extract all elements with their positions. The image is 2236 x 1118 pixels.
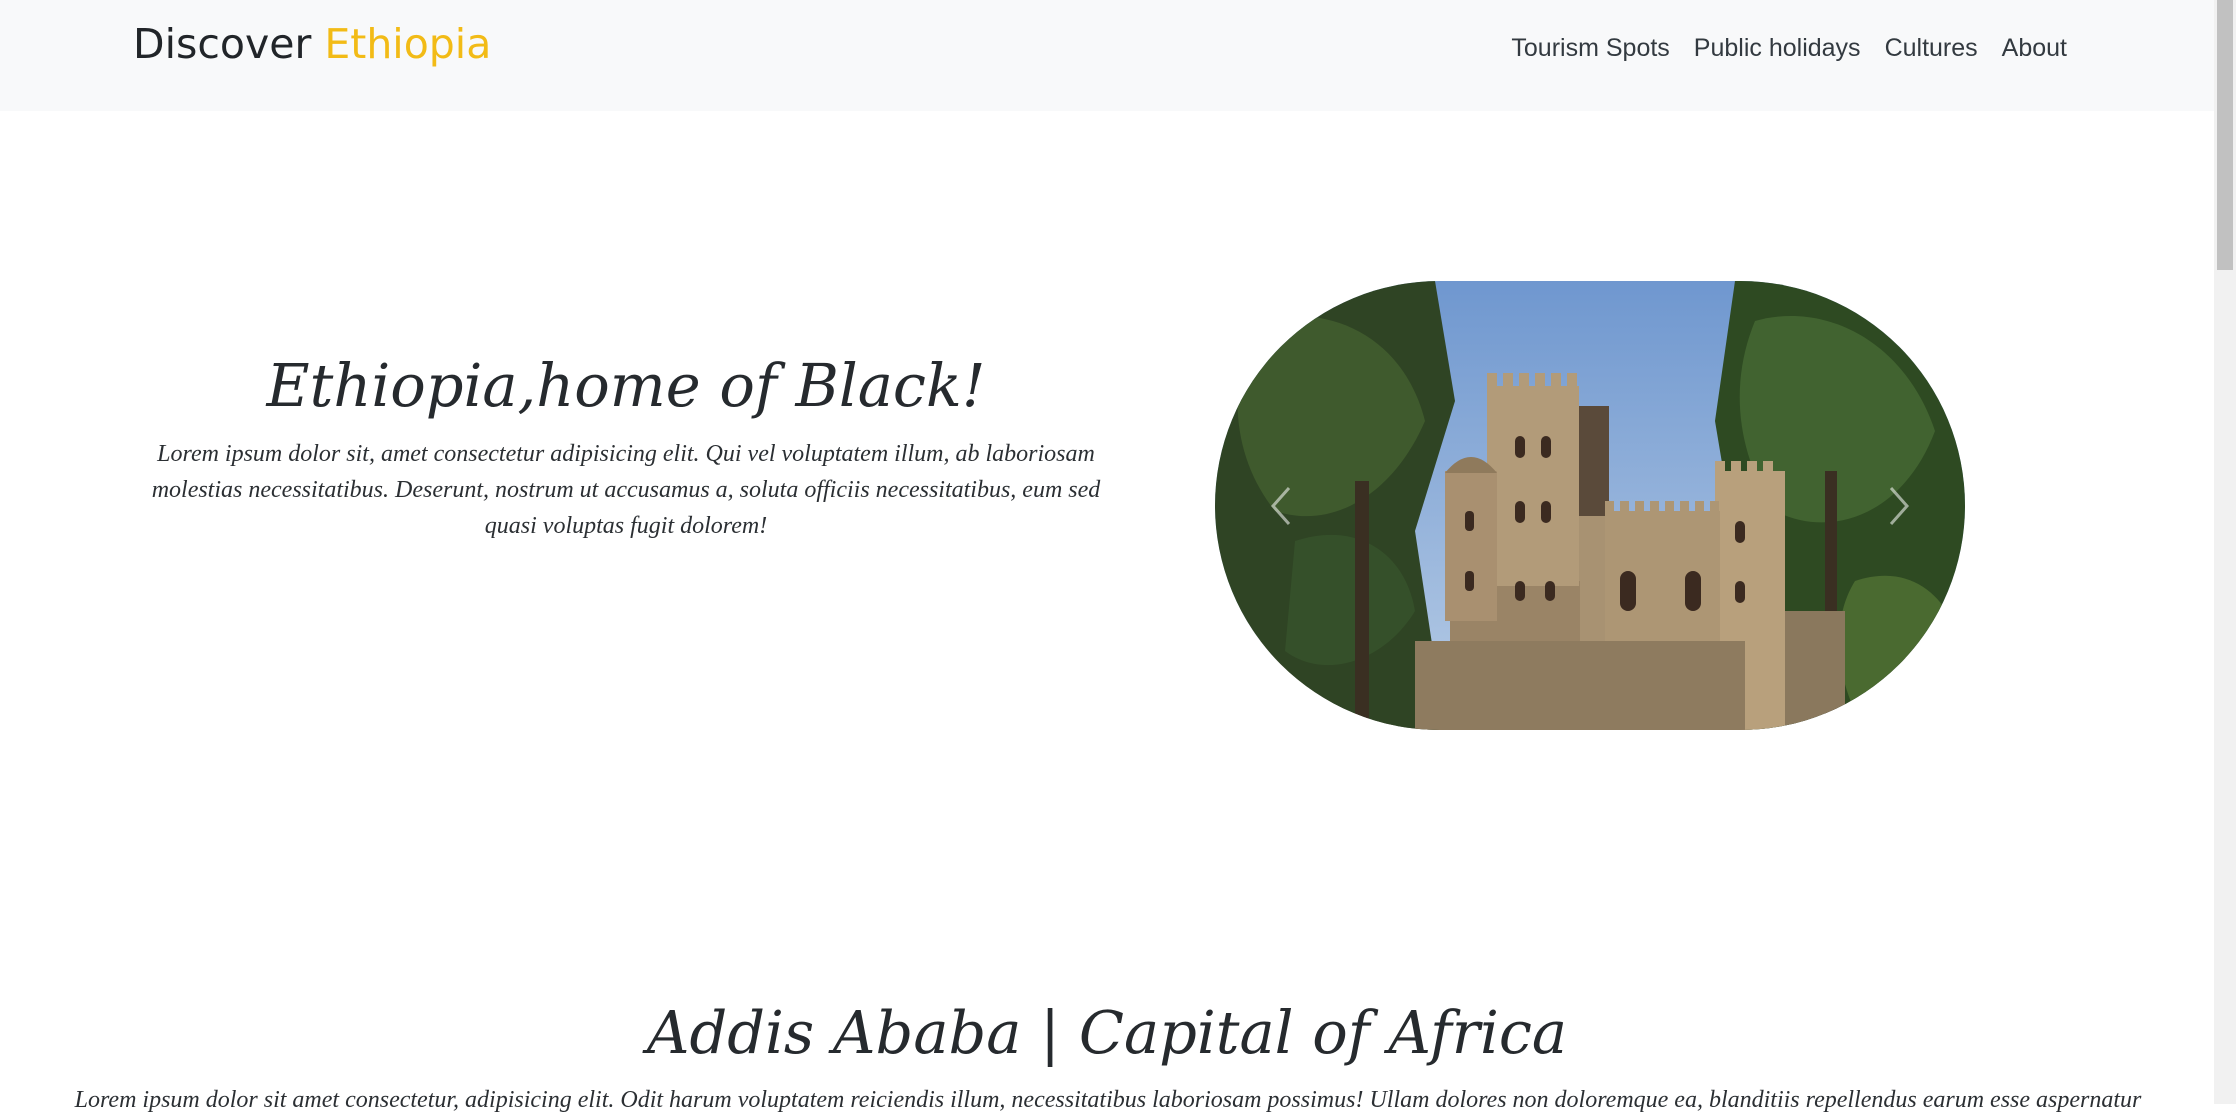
chevron-right-icon [1889, 487, 1910, 525]
section-title: Addis Ababa | Capital of Africa [646, 998, 1568, 1067]
castle-photo [1215, 281, 1965, 730]
hero-text: Lorem ipsum dolor sit, amet consectetur … [151, 441, 1101, 539]
hero-title: Ethiopia,home of Black! [266, 351, 986, 420]
scrollbar-thumb[interactable] [2217, 0, 2233, 270]
hero-carousel [1215, 281, 1965, 730]
nav-links: Tourism Spots Public holidays Cultures A… [1511, 28, 2067, 68]
section-text: Lorem ipsum dolor sit amet consectetur, … [74, 1087, 2142, 1113]
navbar: Discover Ethiopia Tourism Spots Public h… [0, 0, 2214, 111]
carousel-next-button[interactable] [1865, 471, 1935, 541]
carousel-prev-button[interactable] [1245, 471, 1315, 541]
nav-link-about[interactable]: About [2002, 28, 2067, 68]
nav-link-tourism-spots[interactable]: Tourism Spots [1511, 28, 1669, 68]
brand-accent-text: Ethiopia [324, 20, 492, 68]
scrollbar[interactable] [2214, 0, 2236, 1104]
brand-logo[interactable]: Discover Ethiopia [133, 14, 491, 74]
nav-link-public-holidays[interactable]: Public holidays [1694, 28, 1861, 68]
chevron-left-icon [1270, 487, 1291, 525]
brand-primary-text: Discover [133, 20, 312, 68]
nav-link-cultures[interactable]: Cultures [1885, 28, 1978, 68]
